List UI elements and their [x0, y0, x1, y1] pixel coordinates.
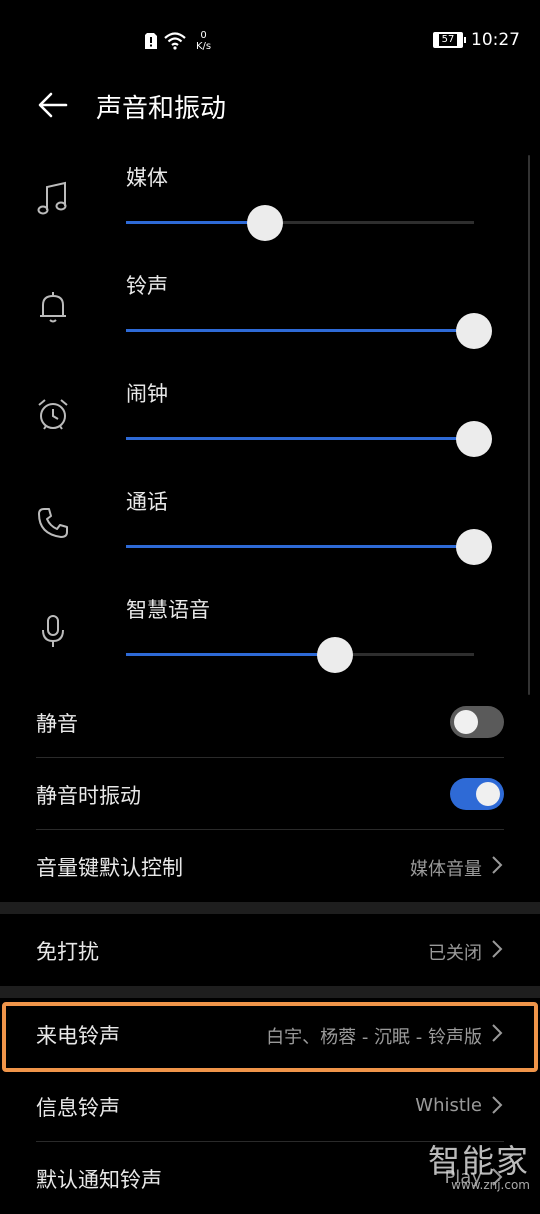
- slider-thumb[interactable]: [316, 637, 353, 673]
- toggle-knob: [476, 782, 500, 806]
- microphone-icon: [42, 615, 64, 647]
- slider-thumb[interactable]: [247, 205, 284, 241]
- volume-slider-call[interactable]: [126, 529, 492, 565]
- setting-volume-key-label: 音量键默认控制: [36, 856, 183, 880]
- chevron-right-icon: [492, 940, 503, 958]
- volume-row-alarm: 闹钟: [0, 378, 540, 486]
- alarm-clock-icon: [38, 399, 68, 430]
- section-gap: [0, 902, 540, 914]
- network-speed-value: 0: [200, 30, 207, 41]
- chevron-right-icon: [492, 1096, 503, 1114]
- slider-thumb[interactable]: [456, 421, 492, 457]
- setting-notification-tone-label: 默认通知铃声: [36, 1168, 162, 1192]
- battery-level: 57: [438, 34, 458, 46]
- network-speed-unit: K/s: [196, 41, 212, 52]
- header: 声音和振动: [0, 80, 540, 130]
- status-icons: 0 K/s: [144, 30, 211, 52]
- slider-fill: [126, 545, 474, 548]
- volume-label-call: 通话: [126, 490, 168, 514]
- phone-icon: [38, 508, 68, 538]
- watermark-text: 智能家: [427, 1142, 530, 1180]
- chevron-right-icon: [492, 856, 503, 874]
- volume-slider-media[interactable]: [126, 205, 474, 241]
- setting-mute-label: 静音: [36, 712, 78, 736]
- status-right: 57 10:27: [433, 30, 520, 50]
- setting-volume-key-default[interactable]: 音量键默认控制 媒体音量: [36, 830, 504, 902]
- mute-toggle[interactable]: [450, 706, 504, 738]
- setting-do-not-disturb[interactable]: 免打扰 已关闭: [36, 914, 504, 986]
- setting-volume-key-value: 媒体音量: [410, 859, 482, 880]
- slider-fill: [126, 437, 474, 440]
- volume-slider-alarm[interactable]: [126, 421, 492, 457]
- volume-label-media: 媒体: [126, 166, 168, 190]
- back-arrow-icon[interactable]: [36, 88, 70, 122]
- volume-row-media: 媒体: [0, 162, 540, 270]
- setting-vibrate-when-muted[interactable]: 静音时振动: [36, 758, 504, 830]
- music-note-icon: [37, 181, 67, 215]
- volume-row-call: 通话: [0, 486, 540, 594]
- slider-fill: [126, 329, 474, 332]
- slider-fill: [126, 653, 335, 656]
- volume-label-voice-assistant: 智慧语音: [126, 598, 210, 622]
- status-time: 10:27: [471, 30, 520, 50]
- volume-slider-voice-assistant[interactable]: [126, 637, 474, 673]
- setting-message-tone-label: 信息铃声: [36, 1096, 120, 1120]
- slider-thumb[interactable]: [456, 529, 492, 565]
- slider-fill: [126, 221, 266, 224]
- watermark-logo: 智能家 www.znj.com: [428, 1136, 530, 1192]
- setting-dnd-value: 已关闭: [428, 943, 482, 964]
- wifi-icon: [164, 32, 186, 50]
- network-speed: 0 K/s: [196, 30, 211, 52]
- section-gap: [0, 986, 540, 998]
- highlight-box: [2, 1002, 538, 1072]
- volume-row-ringtone: 铃声: [0, 270, 540, 378]
- page-title: 声音和振动: [96, 94, 227, 124]
- slider-thumb[interactable]: [456, 313, 492, 349]
- setting-message-tone[interactable]: 信息铃声 Whistle: [36, 1070, 504, 1142]
- status-bar: 0 K/s 57 10:27: [0, 0, 540, 80]
- setting-mute[interactable]: 静音: [36, 686, 504, 758]
- sim-alert-icon: [145, 33, 157, 49]
- volume-label-ringtone: 铃声: [126, 274, 168, 298]
- volume-slider-ringtone[interactable]: [126, 313, 492, 349]
- bell-icon: [40, 292, 66, 323]
- toggle-knob: [454, 710, 478, 734]
- setting-dnd-label: 免打扰: [36, 940, 99, 964]
- volume-label-alarm: 闹钟: [126, 382, 168, 406]
- setting-vibrate-label: 静音时振动: [36, 784, 141, 808]
- setting-message-tone-value: Whistle: [415, 1095, 482, 1116]
- vibrate-toggle[interactable]: [450, 778, 504, 810]
- battery-icon: 57: [433, 32, 466, 48]
